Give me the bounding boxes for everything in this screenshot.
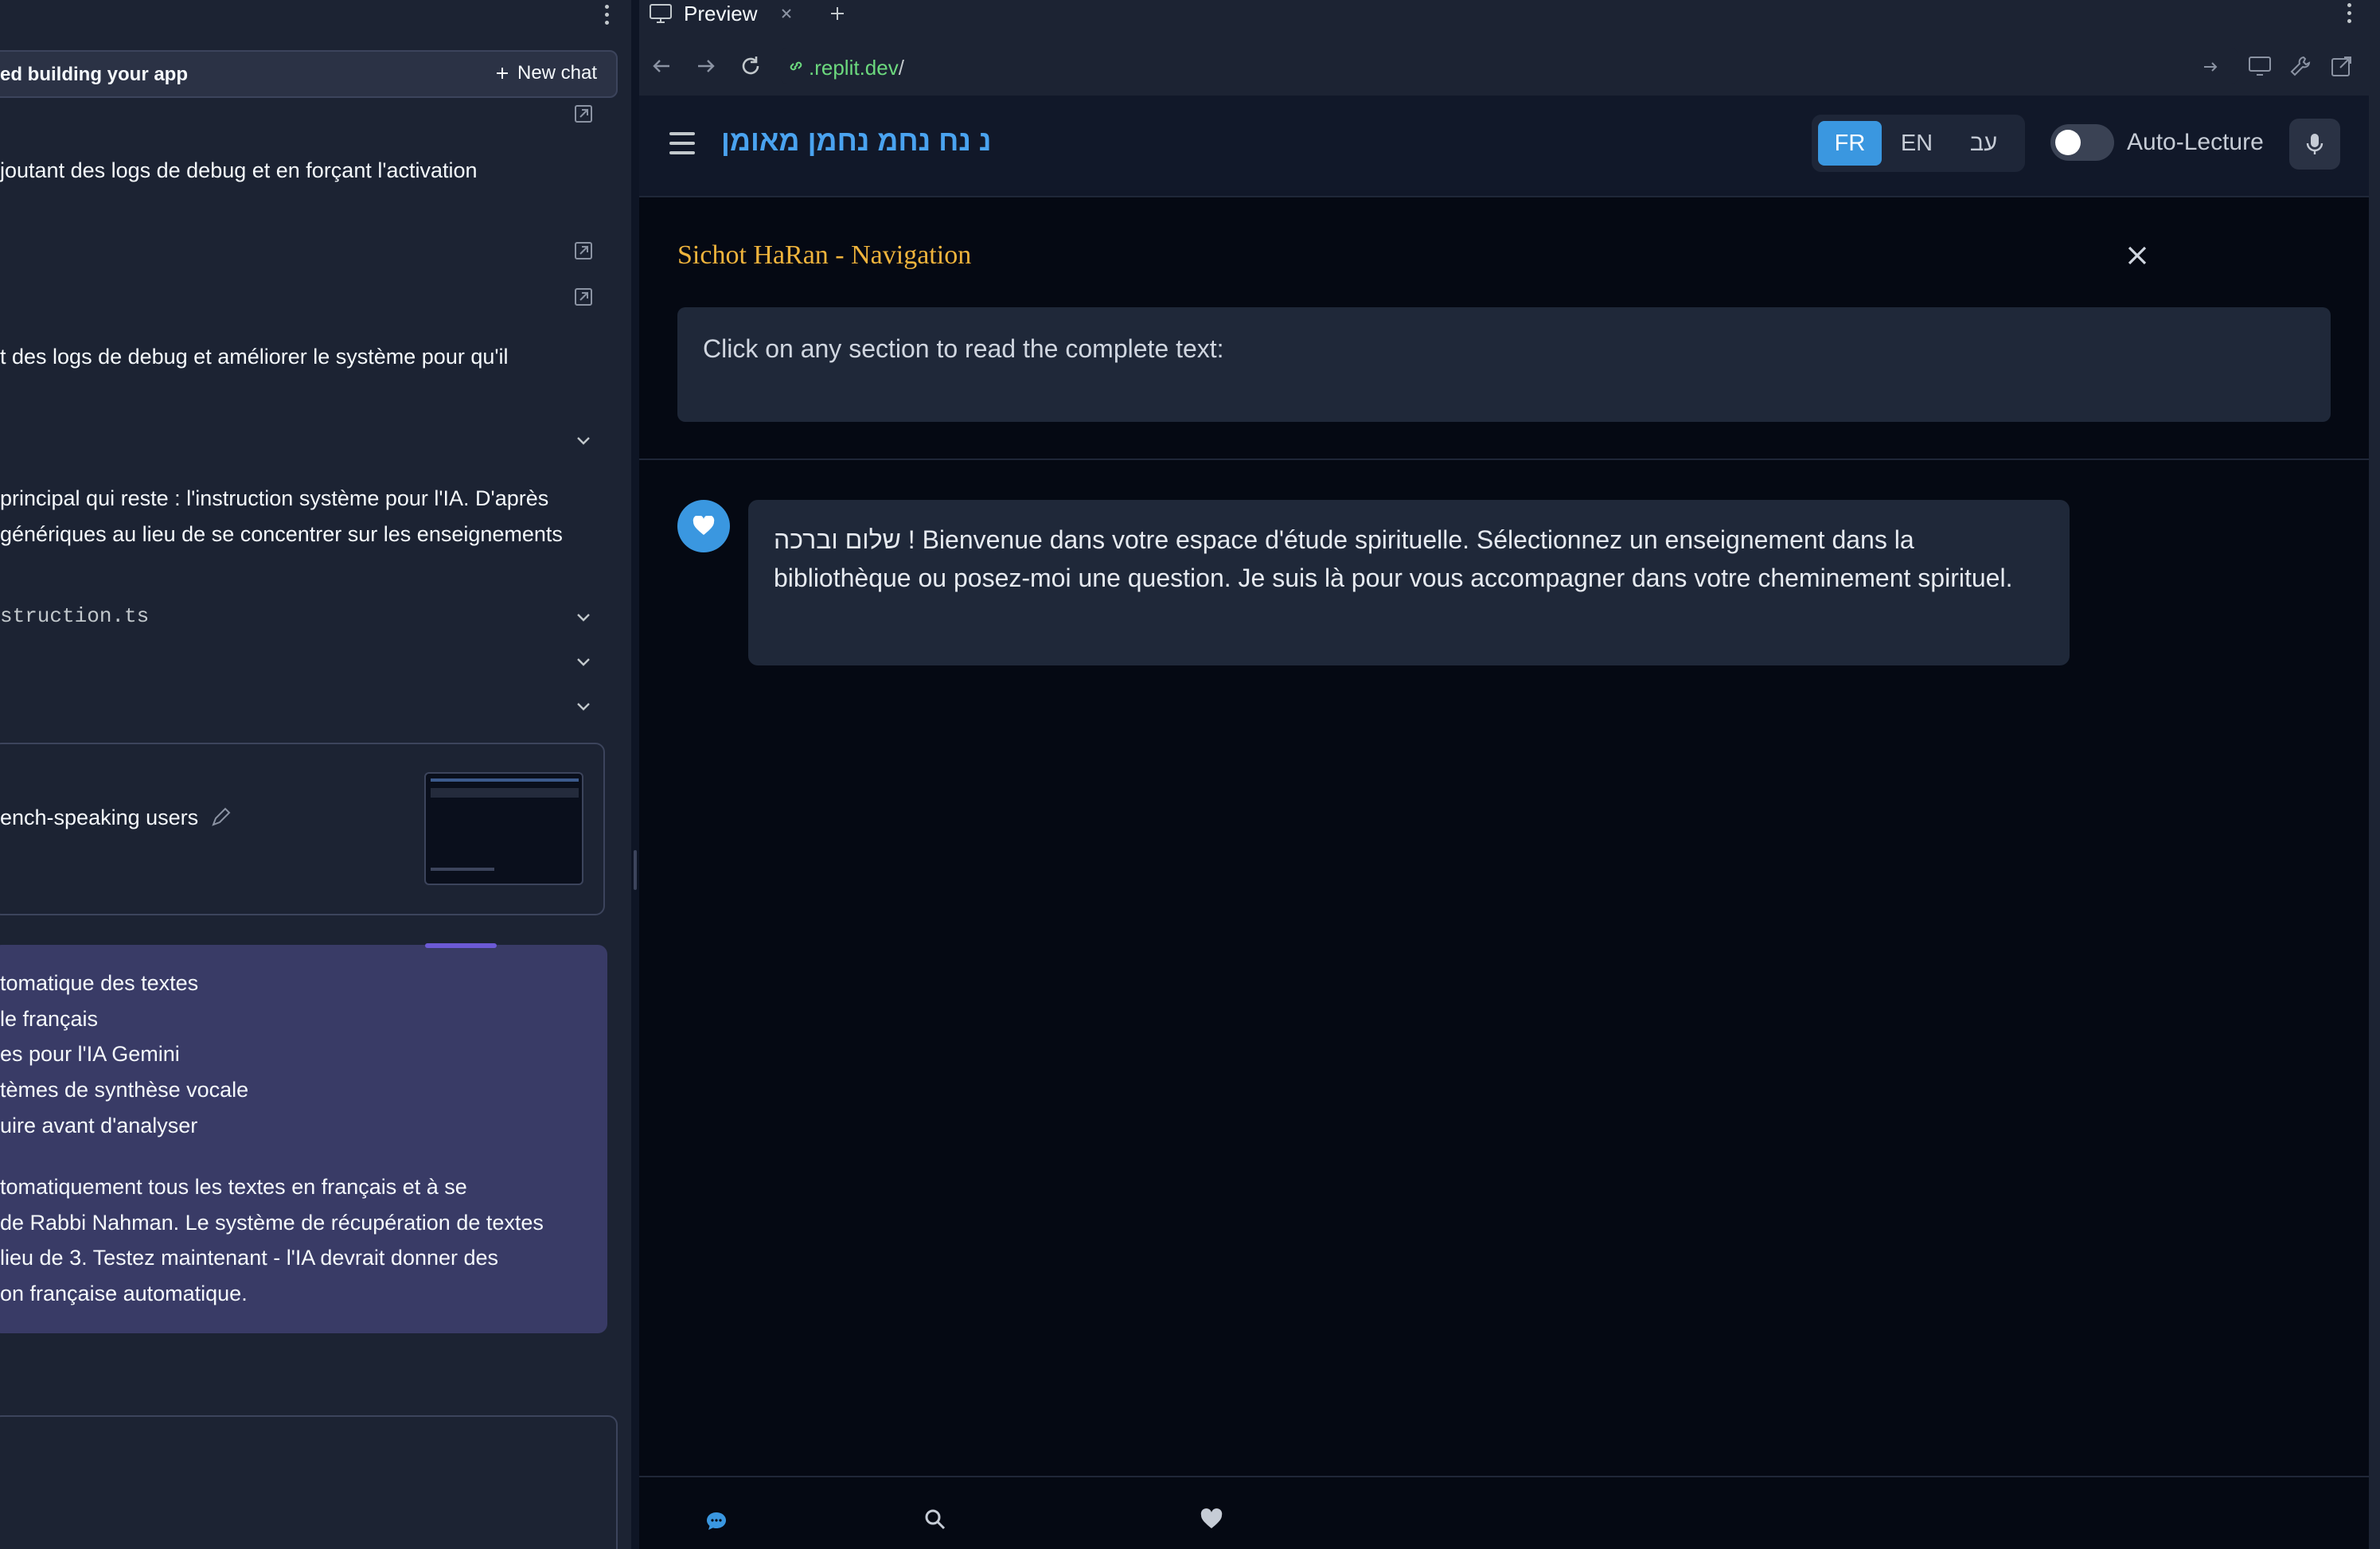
monitor-icon	[650, 4, 672, 23]
app-viewport: נ נח נחמ נחמן מאומן FR EN עב Auto-Lectur…	[639, 96, 2369, 1549]
preview-tabbar	[639, 0, 2380, 29]
chat-message-text: principal qui reste : l'instruction syst…	[0, 486, 549, 510]
auto-read-toggle[interactable]	[2050, 124, 2114, 161]
checkpoint-label: ench-speaking users	[0, 806, 199, 829]
chat-input[interactable]	[0, 1415, 618, 1549]
close-tab-icon[interactable]	[779, 6, 794, 21]
file-name[interactable]: struction.ts	[0, 604, 149, 628]
summary-paragraph-line: lieu de 3. Testez maintenant - l'IA devr…	[0, 1246, 499, 1270]
summary-paragraph-line: on française automatique.	[0, 1282, 248, 1305]
url-text: .replit.dev/	[809, 56, 904, 80]
toggle-knob	[2055, 130, 2081, 155]
welcome-message: שלום וברכה ! Bienvenue dans votre espace…	[774, 525, 2013, 592]
new-chat-button[interactable]: New chat	[495, 62, 597, 84]
devtools-screen-icon[interactable]	[2247, 54, 2273, 78]
summary-paragraph-line: tomatiquement tous les textes en françai…	[0, 1175, 467, 1199]
summary-item: uire avant d'analyser	[0, 1114, 198, 1137]
chat-message-text: génériques au lieu de se concentrer sur …	[0, 522, 563, 546]
open-external-icon[interactable]	[573, 103, 594, 124]
auto-read-label: Auto-Lecture	[2127, 129, 2264, 155]
chat-icon[interactable]	[704, 1509, 728, 1533]
heart-icon[interactable]	[1200, 1508, 1223, 1531]
chevron-down-icon[interactable]	[573, 607, 594, 627]
summary-item: tèmes de synthèse vocale	[0, 1078, 249, 1102]
chevron-down-icon[interactable]	[573, 430, 594, 451]
agent-chat-panel: ed building your app New chat joutant de…	[0, 0, 631, 1549]
panel-menu-icon[interactable]	[599, 2, 615, 27]
tab-preview[interactable]: Preview	[649, 0, 846, 27]
back-icon[interactable]	[649, 53, 674, 79]
pencil-icon[interactable]	[209, 806, 232, 829]
url-field[interactable]	[781, 48, 2238, 84]
close-icon[interactable]	[2125, 244, 2149, 267]
open-external-icon[interactable]	[573, 287, 594, 307]
assistant-avatar	[677, 500, 730, 552]
lang-he-button[interactable]: עב	[1952, 121, 2015, 166]
url-host: .replit.dev	[809, 56, 899, 80]
new-chat-label: New chat	[517, 62, 598, 84]
heart-icon	[693, 516, 715, 535]
summary-item: tomatique des textes	[0, 971, 199, 995]
go-arrow-icon[interactable]	[2201, 57, 2220, 76]
menu-icon[interactable]	[669, 132, 695, 154]
summary-paragraph-line: de Rabbi Nahman. Le système de récupérat…	[0, 1211, 544, 1235]
open-new-window-icon[interactable]	[2330, 54, 2354, 78]
navigation-box	[677, 307, 2331, 422]
panel-topbar	[0, 0, 631, 37]
divider	[639, 458, 2369, 460]
chevron-down-icon[interactable]	[573, 696, 594, 716]
summary-item: es pour l'IA Gemini	[0, 1042, 180, 1066]
chat-message-text: joutant des logs de debug et en forçant …	[0, 158, 478, 182]
preview-thumbnail[interactable]	[424, 772, 583, 885]
plus-icon	[497, 68, 508, 79]
forward-icon[interactable]	[693, 53, 719, 79]
language-switcher: FR EN עב	[1812, 115, 2025, 172]
lang-fr-button[interactable]: FR	[1818, 121, 1882, 166]
summary-item: le français	[0, 1007, 99, 1031]
summary-card-accent	[425, 943, 497, 948]
chevron-down-icon[interactable]	[573, 651, 594, 672]
preview-menu-icon[interactable]	[2341, 0, 2357, 25]
navigation-prompt: Click on any section to read the complet…	[703, 334, 1224, 363]
chat-message-text: t des logs de debug et améliorer le syst…	[0, 345, 509, 369]
navigation-title: Sichot HaRan - Navigation	[677, 240, 972, 270]
search-icon[interactable]	[923, 1508, 947, 1531]
url-path: /	[898, 56, 904, 80]
panel-resize-handle[interactable]	[631, 0, 639, 1549]
wrench-icon[interactable]	[2288, 54, 2312, 78]
microphone-button[interactable]	[2289, 119, 2340, 170]
new-tab-icon[interactable]	[829, 5, 846, 22]
reload-icon[interactable]	[738, 53, 763, 79]
microphone-icon	[2306, 134, 2323, 154]
chat-title: ed building your app	[0, 64, 188, 85]
preview-pane: Preview .replit.dev/ נ נח נחמ נחמן מאומן…	[639, 0, 2380, 1549]
link-icon	[790, 61, 802, 71]
bottom-navigation	[639, 1476, 2369, 1549]
assistant-message: שלום וברכה ! Bienvenue dans votre espace…	[748, 500, 2070, 665]
lang-en-button[interactable]: EN	[1885, 121, 1949, 166]
open-external-icon[interactable]	[573, 240, 594, 261]
app-title: נ נח נחמ נחמן מאומן	[721, 124, 992, 157]
tab-preview-label: Preview	[684, 1, 758, 25]
